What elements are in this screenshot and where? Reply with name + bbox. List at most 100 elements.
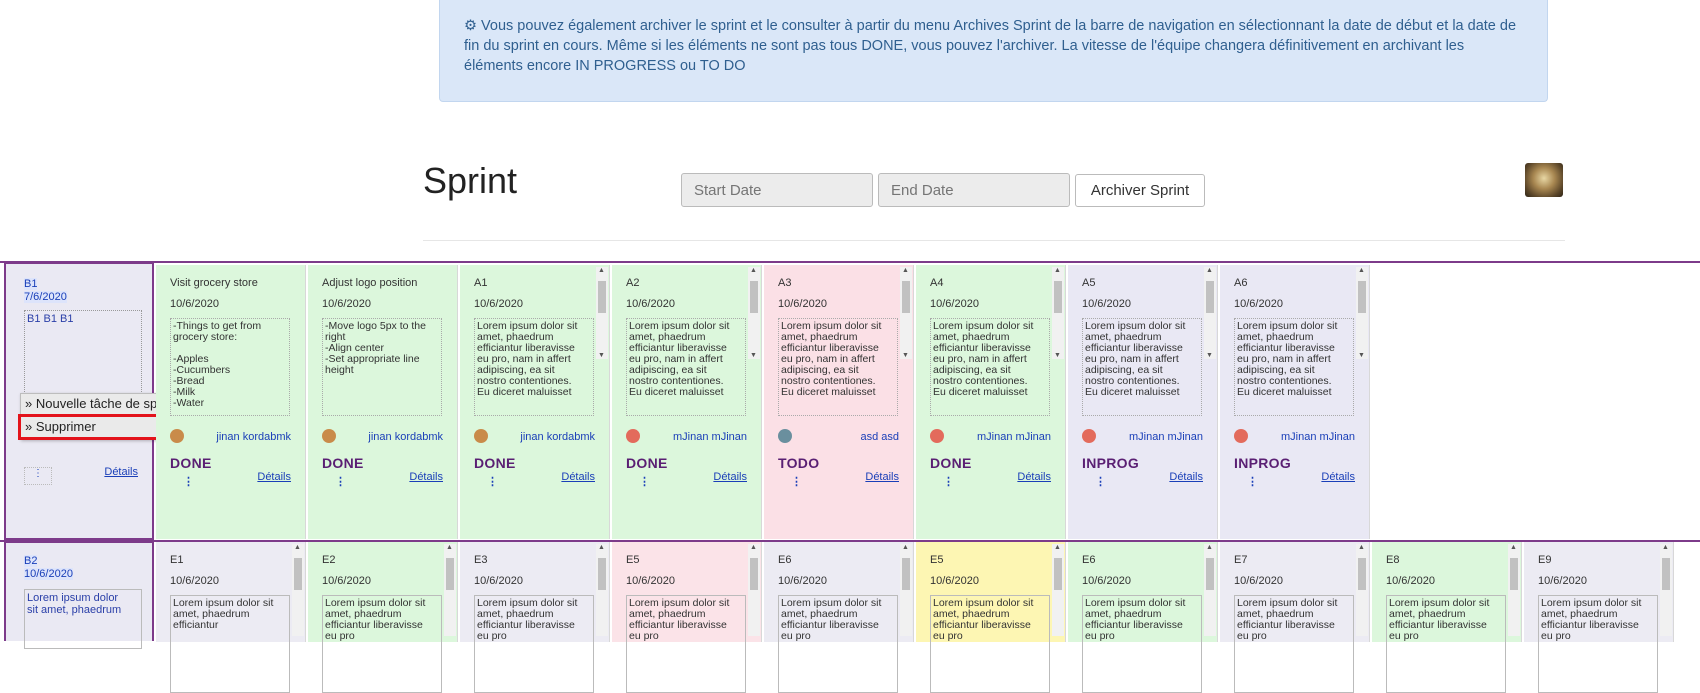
backlog-item-description[interactable]: Lorem ipsum dolor sit amet, phaedrum (24, 589, 142, 649)
scroll-up-icon[interactable]: ▲ (902, 544, 909, 551)
scroll-down-icon[interactable]: ▼ (1054, 352, 1061, 359)
task-assignee[interactable]: mJinan mJinan (1281, 431, 1355, 443)
scroll-thumb[interactable] (1054, 281, 1062, 313)
scroll-thumb[interactable] (750, 558, 758, 590)
scrollbar[interactable]: ▲ (900, 544, 912, 636)
task-card[interactable]: E3 10/6/2020 Lorem ipsum dolor sit amet, p… (460, 542, 610, 693)
scroll-up-icon[interactable]: ▲ (1510, 544, 1517, 551)
task-card[interactable]: E9 10/6/2020 Lorem ipsum dolor sit amet, p… (1524, 542, 1674, 693)
task-card[interactable]: E5 10/6/2020 Lorem ipsum dolor sit amet, p… (612, 542, 762, 693)
scroll-up-icon[interactable]: ▲ (750, 267, 757, 274)
scrollbar[interactable]: ▲ ▼ (1356, 267, 1368, 359)
scrollbar[interactable]: ▲ ▼ (748, 267, 760, 359)
task-details-link[interactable]: Détails (865, 471, 899, 483)
task-card[interactable]: A2 10/6/2020 Lorem ipsum dolor sit amet, p… (612, 265, 762, 539)
scroll-thumb[interactable] (1662, 558, 1670, 590)
scroll-thumb[interactable] (294, 558, 302, 590)
scroll-thumb[interactable] (1358, 281, 1366, 313)
scrollbar[interactable]: ▲ ▼ (1052, 267, 1064, 359)
task-description[interactable]: Lorem ipsum dolor sit amet, phaedrum eff… (474, 595, 594, 693)
scroll-up-icon[interactable]: ▲ (598, 544, 605, 551)
task-card[interactable]: A3 10/6/2020 Lorem ipsum dolor sit amet, p… (764, 265, 914, 539)
task-assignee[interactable]: asd asd (860, 431, 899, 443)
task-menu-button[interactable]: ⋮ (1247, 475, 1258, 488)
scroll-down-icon[interactable]: ▼ (902, 352, 909, 359)
task-card[interactable]: E6 10/6/2020 Lorem ipsum dolor sit amet, p… (1068, 542, 1218, 693)
task-menu-button[interactable]: ⋮ (335, 475, 346, 488)
scroll-up-icon[interactable]: ▲ (1358, 544, 1365, 551)
task-menu-button[interactable]: ⋮ (943, 475, 954, 488)
task-menu-button[interactable]: ⋮ (791, 475, 802, 488)
task-card[interactable]: E6 10/6/2020 Lorem ipsum dolor sit amet, p… (764, 542, 914, 693)
scroll-thumb[interactable] (598, 558, 606, 590)
scrollbar[interactable]: ▲ ▼ (1204, 267, 1216, 359)
scroll-thumb[interactable] (598, 281, 606, 313)
task-menu-button[interactable]: ⋮ (1095, 475, 1106, 488)
task-description[interactable]: Lorem ipsum dolor sit amet, phaedrum eff… (1234, 595, 1354, 693)
scroll-up-icon[interactable]: ▲ (446, 544, 453, 551)
task-card[interactable]: E7 10/6/2020 Lorem ipsum dolor sit amet, p… (1220, 542, 1370, 693)
task-description[interactable]: Lorem ipsum dolor sit amet, phaedrum eff… (778, 318, 898, 416)
scroll-up-icon[interactable]: ▲ (598, 267, 605, 274)
scroll-thumb[interactable] (1206, 558, 1214, 590)
task-card[interactable]: E1 10/6/2020 Lorem ipsum dolor sit amet, p… (156, 542, 306, 693)
scroll-up-icon[interactable]: ▲ (294, 544, 301, 551)
task-menu-button[interactable]: ⋮ (487, 475, 498, 488)
scrollbar[interactable]: ▲ (1052, 544, 1064, 636)
task-card[interactable]: A5 10/6/2020 Lorem ipsum dolor sit amet, p… (1068, 265, 1218, 539)
scroll-up-icon[interactable]: ▲ (1662, 544, 1669, 551)
scroll-down-icon[interactable]: ▼ (1358, 352, 1365, 359)
scrollbar[interactable]: ▲ (1356, 544, 1368, 636)
task-card[interactable]: E8 10/6/2020 Lorem ipsum dolor sit amet, p… (1372, 542, 1522, 693)
task-description[interactable]: Lorem ipsum dolor sit amet, phaedrum eff… (930, 318, 1050, 416)
task-description[interactable]: Lorem ipsum dolor sit amet, phaedrum eff… (1386, 595, 1506, 693)
scroll-up-icon[interactable]: ▲ (1206, 267, 1213, 274)
task-card[interactable]: A4 10/6/2020 Lorem ipsum dolor sit amet, p… (916, 265, 1066, 539)
task-assignee[interactable]: mJinan mJinan (977, 431, 1051, 443)
task-details-link[interactable]: Détails (713, 471, 747, 483)
task-description[interactable]: Lorem ipsum dolor sit amet, phaedrum eff… (1234, 318, 1354, 416)
scroll-thumb[interactable] (750, 281, 758, 313)
scroll-thumb[interactable] (902, 558, 910, 590)
scroll-down-icon[interactable]: ▼ (1206, 352, 1213, 359)
scrollbar[interactable]: ▲ (444, 544, 456, 636)
scrollbar[interactable]: ▲ ▼ (900, 267, 912, 359)
scroll-thumb[interactable] (902, 281, 910, 313)
task-card[interactable]: E2 10/6/2020 Lorem ipsum dolor sit amet, p… (308, 542, 458, 693)
task-description[interactable]: Lorem ipsum dolor sit amet, phaedrum eff… (474, 318, 594, 416)
scroll-down-icon[interactable]: ▼ (750, 352, 757, 359)
avatar[interactable] (1525, 163, 1563, 197)
scrollbar[interactable]: ▲ (1204, 544, 1216, 636)
task-details-link[interactable]: Détails (409, 471, 443, 483)
task-assignee[interactable]: jinan kordabmk (216, 431, 291, 443)
task-description[interactable]: Lorem ipsum dolor sit amet, phaedrum eff… (1538, 595, 1658, 693)
task-description[interactable]: Lorem ipsum dolor sit amet, phaedrum eff… (170, 595, 290, 693)
scroll-up-icon[interactable]: ▲ (1054, 544, 1061, 551)
scrollbar[interactable]: ▲ (292, 544, 304, 636)
task-details-link[interactable]: Détails (1017, 471, 1051, 483)
task-assignee[interactable]: jinan kordabmk (368, 431, 443, 443)
task-menu-button[interactable]: ⋮ (183, 475, 194, 488)
task-description[interactable]: Lorem ipsum dolor sit amet, phaedrum eff… (626, 318, 746, 416)
scroll-up-icon[interactable]: ▲ (1206, 544, 1213, 551)
task-card[interactable]: Visit grocery store 10/6/2020 -Things to g… (156, 265, 306, 539)
task-description[interactable]: Lorem ipsum dolor sit amet, phaedrum eff… (626, 595, 746, 693)
menu-dots-button[interactable]: ⋮ (24, 467, 52, 485)
task-card[interactable]: A6 10/6/2020 Lorem ipsum dolor sit amet, p… (1220, 265, 1370, 539)
scroll-thumb[interactable] (1358, 558, 1366, 590)
scroll-thumb[interactable] (446, 558, 454, 590)
scroll-thumb[interactable] (1206, 281, 1214, 313)
task-description[interactable]: Lorem ipsum dolor sit amet, phaedrum eff… (778, 595, 898, 693)
details-link[interactable]: Détails (104, 466, 138, 478)
task-card[interactable]: A1 10/6/2020 Lorem ipsum dolor sit amet, p… (460, 265, 610, 539)
scroll-thumb[interactable] (1510, 558, 1518, 590)
task-description[interactable]: Lorem ipsum dolor sit amet, phaedrum eff… (1082, 595, 1202, 693)
scrollbar[interactable]: ▲ (748, 544, 760, 636)
task-description[interactable]: -Things to get from grocery store: -Appl… (170, 318, 290, 416)
task-menu-button[interactable]: ⋮ (639, 475, 650, 488)
task-description[interactable]: Lorem ipsum dolor sit amet, phaedrum eff… (930, 595, 1050, 693)
archive-sprint-button[interactable]: Archiver Sprint (1075, 174, 1205, 207)
scroll-thumb[interactable] (1054, 558, 1062, 590)
task-description[interactable]: Lorem ipsum dolor sit amet, phaedrum eff… (322, 595, 442, 693)
task-details-link[interactable]: Détails (1321, 471, 1355, 483)
